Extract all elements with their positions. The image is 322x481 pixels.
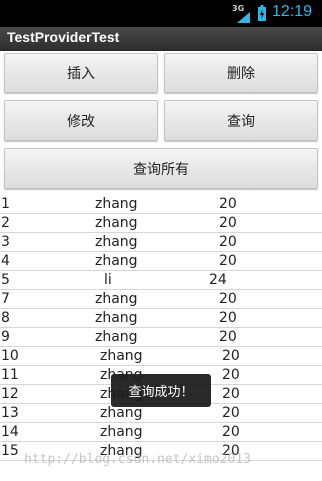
- record-age: 20: [219, 234, 237, 250]
- clock: 12:19: [272, 3, 313, 20]
- record-name: zhang: [95, 234, 138, 250]
- list-item[interactable]: 5 li 24: [0, 271, 322, 290]
- record-age: 20: [219, 291, 237, 307]
- app-title: TestProviderTest: [7, 29, 120, 45]
- record-id: 9: [1, 329, 10, 345]
- delete-button[interactable]: 删除: [164, 53, 318, 93]
- record-name: zhang: [100, 348, 143, 364]
- record-list[interactable]: 1 zhang 20 2 zhang 20 3 zhang 20 4 zhang…: [0, 195, 322, 461]
- status-bar: 3G 12:19: [0, 0, 322, 27]
- insert-button[interactable]: 插入: [4, 53, 158, 93]
- edit-button[interactable]: 修改: [4, 100, 158, 141]
- list-item[interactable]: 2 zhang 20: [0, 214, 322, 233]
- record-id: 8: [1, 310, 10, 326]
- list-item[interactable]: 8 zhang 20: [0, 309, 322, 328]
- watermark: http://blog.csdn.net/ximo2013: [24, 452, 251, 467]
- list-item[interactable]: 10 zhang 20: [0, 347, 322, 366]
- record-id: 5: [1, 272, 10, 288]
- record-id: 7: [1, 291, 10, 307]
- toast-message: 查询成功！: [111, 374, 211, 407]
- record-id: 13: [1, 405, 19, 421]
- record-id: 2: [1, 215, 10, 231]
- query-all-button[interactable]: 查询所有: [4, 148, 318, 189]
- list-item[interactable]: 9 zhang 20: [0, 328, 322, 347]
- list-item[interactable]: 7 zhang 20: [0, 290, 322, 309]
- record-name: zhang: [95, 196, 138, 212]
- record-name: li: [104, 272, 112, 288]
- record-id: 14: [1, 424, 19, 440]
- record-age: 20: [222, 424, 240, 440]
- record-id: 12: [1, 386, 19, 402]
- query-button[interactable]: 查询: [164, 100, 318, 141]
- record-name: zhang: [100, 405, 143, 421]
- record-id: 15: [1, 443, 19, 459]
- record-name: zhang: [95, 253, 138, 269]
- record-age: 20: [219, 215, 237, 231]
- record-age: 20: [222, 386, 240, 402]
- record-id: 1: [1, 196, 10, 212]
- record-age: 20: [222, 348, 240, 364]
- record-age: 20: [219, 196, 237, 212]
- record-id: 3: [1, 234, 10, 250]
- list-item[interactable]: 14 zhang 20: [0, 423, 322, 442]
- record-name: zhang: [95, 310, 138, 326]
- record-age: 20: [222, 367, 240, 383]
- record-name: zhang: [100, 424, 143, 440]
- action-bar: TestProviderTest: [0, 27, 322, 51]
- list-item[interactable]: 1 zhang 20: [0, 195, 322, 214]
- battery-icon: [258, 5, 266, 21]
- record-age: 20: [219, 329, 237, 345]
- signal-icon: [237, 12, 250, 23]
- record-age: 24: [209, 272, 227, 288]
- record-id: 11: [1, 367, 19, 383]
- record-name: zhang: [95, 215, 138, 231]
- record-age: 20: [219, 253, 237, 269]
- record-age: 20: [219, 310, 237, 326]
- list-item[interactable]: 4 zhang 20: [0, 252, 322, 271]
- list-item[interactable]: 3 zhang 20: [0, 233, 322, 252]
- record-age: 20: [222, 405, 240, 421]
- record-id: 10: [1, 348, 19, 364]
- record-name: zhang: [95, 291, 138, 307]
- record-name: zhang: [95, 329, 138, 345]
- record-id: 4: [1, 253, 10, 269]
